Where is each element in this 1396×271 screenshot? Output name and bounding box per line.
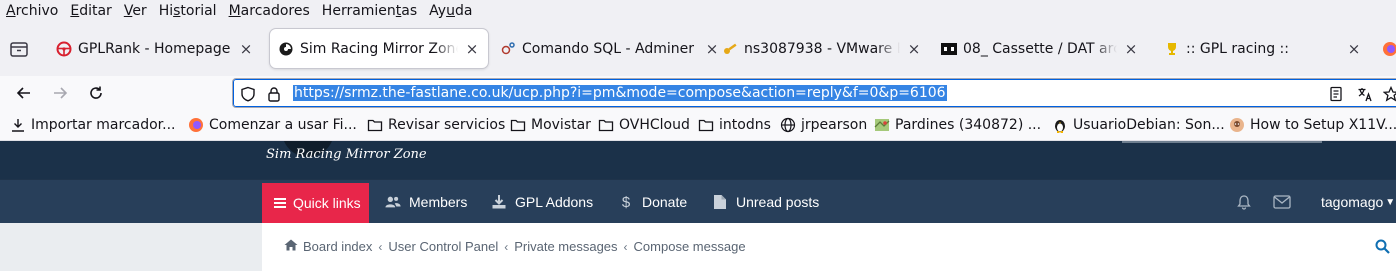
adminer-icon bbox=[500, 41, 516, 57]
lock-icon[interactable] bbox=[266, 86, 282, 102]
bookmark-revisar-servicios[interactable]: Revisar servicios bbox=[367, 117, 505, 133]
bookmark-firefox-start[interactable]: Comenzar a usar Fi... bbox=[188, 117, 357, 133]
caret-down-icon: ▼ bbox=[1385, 196, 1396, 208]
reload-icon[interactable] bbox=[86, 83, 106, 103]
menu-archivo[interactable]: Archivo bbox=[6, 3, 58, 19]
tab-label: ns3087938 - VMware ESXi bbox=[744, 40, 900, 57]
breadcrumb-bar: Board index ‹ User Control Panel ‹ Priva… bbox=[262, 223, 1396, 271]
tab-strip: GPLRank - Homepage × Sim Racing Mirror Z… bbox=[0, 22, 1396, 76]
tux-penguin-icon bbox=[1052, 117, 1068, 133]
bookmarks-toolbar: Importar marcador... Comenzar a usar Fi.… bbox=[0, 110, 1396, 141]
breadcrumb-board-index[interactable]: Board index bbox=[303, 239, 372, 254]
dat-logo-icon bbox=[941, 41, 957, 57]
breadcrumb-private-messages[interactable]: Private messages bbox=[514, 239, 617, 254]
close-tab-icon[interactable]: × bbox=[906, 40, 922, 58]
forum-navbar: Members GPL Addons $ Donate Unread posts… bbox=[0, 179, 1396, 223]
folder-icon bbox=[367, 117, 383, 133]
users-icon bbox=[385, 194, 401, 210]
map-icon bbox=[874, 117, 890, 133]
folder-icon bbox=[698, 117, 714, 133]
steering-wheel-icon bbox=[56, 41, 72, 57]
header-search-box[interactable] bbox=[1122, 141, 1322, 143]
reader-view-icon[interactable] bbox=[1328, 86, 1344, 102]
firefox-icon bbox=[1382, 41, 1396, 61]
navigation-toolbar: https://srmz.the-fastlane.co.uk/ucp.php?… bbox=[0, 76, 1396, 110]
tab-vmware[interactable]: ns3087938 - VMware ESXi × bbox=[714, 29, 930, 68]
menu-ver[interactable]: Ver bbox=[124, 3, 147, 19]
tab-gplrank[interactable]: GPLRank - Homepage × bbox=[48, 29, 262, 68]
menu-ayuda[interactable]: Ayuda bbox=[429, 3, 472, 19]
url-bar[interactable]: https://srmz.the-fastlane.co.uk/ucp.php?… bbox=[232, 78, 1396, 108]
site-description: Sim Racing Mirror Zone bbox=[266, 147, 427, 162]
bookmark-intodns[interactable]: intodns bbox=[698, 117, 771, 133]
bookmark-import[interactable]: Importar marcador... bbox=[10, 117, 175, 133]
gpl-addons-link[interactable]: GPL Addons bbox=[491, 180, 593, 224]
tab-label: 08_ Cassette / DAT archive bbox=[963, 40, 1117, 57]
hamburger-icon bbox=[274, 195, 286, 211]
tab-label: GPLRank - Homepage bbox=[78, 40, 231, 57]
breadcrumb-separator: ‹ bbox=[378, 239, 383, 254]
tab-srmz-active[interactable]: Sim Racing Mirror Zone · Private message… bbox=[270, 29, 488, 68]
home-icon bbox=[284, 239, 298, 254]
quick-links-inner: Quick links bbox=[274, 183, 361, 223]
search-icon[interactable] bbox=[1375, 239, 1390, 258]
translate-icon[interactable] bbox=[1357, 86, 1373, 102]
back-arrow-icon[interactable] bbox=[14, 83, 34, 103]
close-tab-icon[interactable]: × bbox=[464, 40, 480, 58]
close-tab-icon[interactable]: × bbox=[238, 40, 254, 58]
globe-icon bbox=[780, 117, 796, 133]
bookmark-movistar[interactable]: Movistar bbox=[510, 117, 591, 133]
private-messages-envelope-icon[interactable] bbox=[1273, 180, 1291, 224]
bookmark-pardines[interactable]: Pardines (340872) ... bbox=[874, 117, 1041, 133]
bookmark-star-icon[interactable] bbox=[1382, 85, 1396, 102]
tab-cassette-dat[interactable]: 08_ Cassette / DAT archive × bbox=[933, 29, 1147, 68]
tab-adminer[interactable]: Comando SQL - Adminer × bbox=[492, 29, 728, 68]
avatar-icon bbox=[1229, 117, 1245, 133]
import-icon bbox=[10, 117, 26, 133]
breadcrumb: Board index ‹ User Control Panel ‹ Priva… bbox=[284, 239, 746, 254]
url-text[interactable]: https://srmz.the-fastlane.co.uk/ucp.php?… bbox=[293, 84, 947, 102]
tab-label: :: GPL racing :: bbox=[1186, 40, 1289, 57]
menu-bar: Archivo Editar Ver Historial Marcadores … bbox=[0, 0, 1396, 22]
bookmark-usuariodebian[interactable]: UsuarioDebian: Son... bbox=[1052, 117, 1225, 133]
tab-gpl-racing[interactable]: :: GPL racing :: × bbox=[1156, 29, 1370, 68]
firefox-icon bbox=[188, 117, 204, 133]
dollar-icon: $ bbox=[621, 193, 631, 211]
donate-link[interactable]: $ Donate bbox=[618, 180, 687, 224]
srmz-logo-icon bbox=[278, 41, 294, 57]
close-tab-icon[interactable]: × bbox=[1346, 40, 1362, 58]
folder-icon bbox=[598, 117, 614, 133]
user-menu[interactable]: tagomago ▼ bbox=[1321, 180, 1395, 224]
members-link[interactable]: Members bbox=[385, 180, 467, 224]
notifications-bell-icon[interactable] bbox=[1236, 180, 1252, 224]
menu-historial[interactable]: Historial bbox=[159, 3, 217, 19]
trophy-icon bbox=[1164, 41, 1180, 57]
close-tab-icon[interactable]: × bbox=[1123, 40, 1139, 58]
site-header: Sim Racing Mirror Zone bbox=[0, 141, 1396, 179]
breadcrumb-separator: ‹ bbox=[504, 239, 509, 254]
page-content: Sim Racing Mirror Zone Members GPL Addon… bbox=[0, 141, 1396, 271]
breadcrumb-ucp[interactable]: User Control Panel bbox=[388, 239, 498, 254]
file-icon bbox=[712, 194, 728, 210]
bookmark-jrpearson[interactable]: jrpearson bbox=[780, 117, 867, 133]
menu-editar[interactable]: Editar bbox=[70, 3, 111, 19]
tab-label: Comando SQL - Adminer bbox=[522, 40, 694, 57]
menu-herramientas[interactable]: Herramientas bbox=[322, 3, 417, 19]
forward-arrow-icon[interactable] bbox=[50, 83, 70, 103]
breadcrumb-compose-message[interactable]: Compose message bbox=[634, 239, 746, 254]
breadcrumb-separator: ‹ bbox=[623, 239, 628, 254]
tab-label: Sim Racing Mirror Zone · Private message… bbox=[300, 40, 458, 57]
shield-icon[interactable] bbox=[240, 86, 256, 102]
download-icon bbox=[491, 194, 507, 210]
unread-posts-link[interactable]: Unread posts bbox=[712, 180, 819, 224]
key-icon bbox=[722, 41, 738, 57]
bookmark-ovhcloud[interactable]: OVHCloud bbox=[598, 117, 690, 133]
folder-icon bbox=[510, 117, 526, 133]
bookmark-x11vnc[interactable]: How to Setup X11V... bbox=[1229, 117, 1396, 133]
quick-links-button[interactable]: Quick links bbox=[262, 183, 369, 223]
tab-list-icon[interactable] bbox=[9, 40, 29, 58]
menu-marcadores[interactable]: Marcadores bbox=[229, 3, 310, 19]
